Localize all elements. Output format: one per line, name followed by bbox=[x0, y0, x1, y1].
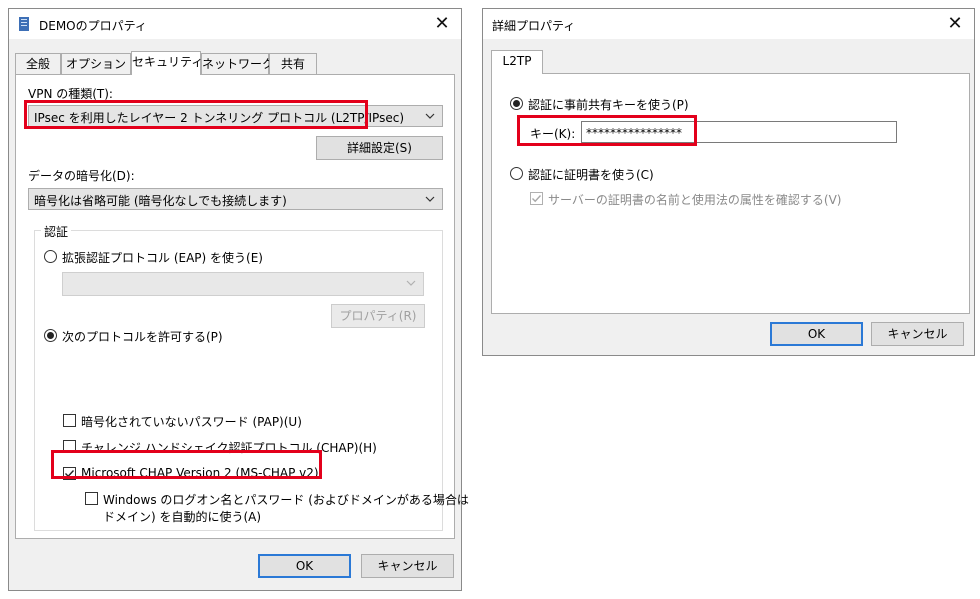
tab-sharing[interactable]: 共有 bbox=[269, 53, 317, 75]
window-title: 詳細プロパティ bbox=[492, 19, 576, 33]
tab-options[interactable]: オプション bbox=[61, 53, 131, 75]
close-icon[interactable]: ✕ bbox=[944, 13, 966, 35]
verify-server-checkbox[interactable] bbox=[530, 192, 543, 205]
l2tp-tab-page: 認証に事前共有キーを使う(P) キー(K): **************** … bbox=[491, 73, 970, 314]
pap-checkbox[interactable] bbox=[63, 414, 76, 427]
mschap-v2-label: Microsoft CHAP Version 2 (MS-CHAP v2) bbox=[81, 466, 319, 480]
advanced-settings-button[interactable]: 詳細設定(S) bbox=[316, 136, 443, 160]
cancel-button[interactable]: キャンセル bbox=[361, 554, 454, 578]
encryption-select[interactable]: 暗号化は省略可能 (暗号化なしでも接続します) bbox=[28, 188, 443, 210]
tab-l2tp[interactable]: L2TP bbox=[491, 50, 543, 74]
tab-security[interactable]: セキュリティ bbox=[131, 51, 203, 75]
checkmark-icon bbox=[532, 195, 542, 203]
chevron-down-icon bbox=[406, 280, 416, 286]
security-tab-page: VPN の種類(T): IPsec を利用したレイヤー 2 トンネリング プロト… bbox=[15, 74, 469, 539]
certificate-radio-label: 認証に証明書を使う(C) bbox=[528, 168, 654, 182]
tab-general[interactable]: 全般 bbox=[15, 53, 61, 75]
tab-network[interactable]: ネットワーク bbox=[201, 53, 274, 75]
close-icon[interactable]: ✕ bbox=[431, 13, 453, 35]
key-label: キー(K): bbox=[530, 127, 576, 141]
certificate-radio[interactable] bbox=[510, 167, 523, 180]
psk-radio[interactable] bbox=[510, 97, 523, 110]
chevron-down-icon bbox=[425, 196, 435, 202]
chevron-down-icon bbox=[425, 113, 435, 119]
vpn-type-select[interactable]: IPsec を利用したレイヤー 2 トンネリング プロトコル (L2TP/IPs… bbox=[28, 105, 443, 127]
chap-checkbox[interactable] bbox=[63, 440, 76, 453]
pap-label: 暗号化されていないパスワード (PAP)(U) bbox=[81, 415, 302, 429]
windows-logon-label-line1: Windows のログオン名とパスワード (およびドメインがある場合は bbox=[103, 493, 469, 507]
cancel-button[interactable]: キャンセル bbox=[871, 322, 964, 346]
ok-button[interactable]: OK bbox=[258, 554, 351, 578]
allow-protocols-radio-label: 次のプロトコルを許可する(P) bbox=[62, 330, 223, 344]
psk-radio-label: 認証に事前共有キーを使う(P) bbox=[528, 98, 689, 112]
demo-properties-dialog: DEMOのプロパティ ✕ 全般 オプション セキュリティ ネットワーク 共有 V… bbox=[8, 8, 469, 591]
encryption-label: データの暗号化(D): bbox=[28, 169, 135, 183]
phonebook-icon bbox=[19, 17, 29, 31]
authentication-group-title: 認証 bbox=[41, 223, 72, 240]
allow-protocols-radio[interactable] bbox=[44, 329, 57, 342]
authentication-group: 認証 拡張認証プロトコル (EAP) を使う(E) プロパティ(R) 次のプロト… bbox=[34, 223, 469, 531]
eap-properties-button[interactable]: プロパティ(R) bbox=[331, 304, 425, 328]
windows-logon-label-line2: ドメイン) を自動的に使う(A) bbox=[103, 510, 262, 524]
windows-logon-checkbox[interactable] bbox=[85, 492, 98, 505]
ok-button[interactable]: OK bbox=[770, 322, 863, 346]
checkmark-icon bbox=[65, 470, 75, 478]
chap-label: チャレンジ ハンドシェイク認証プロトコル (CHAP)(H) bbox=[81, 441, 377, 455]
title-bar[interactable]: DEMOのプロパティ ✕ bbox=[9, 9, 461, 39]
title-bar[interactable]: 詳細プロパティ ✕ bbox=[483, 9, 974, 39]
eap-method-select[interactable] bbox=[62, 272, 424, 296]
eap-radio[interactable] bbox=[44, 250, 57, 263]
advanced-properties-dialog: 詳細プロパティ ✕ L2TP 認証に事前共有キーを使う(P) キー(K): **… bbox=[482, 8, 975, 356]
key-input[interactable]: **************** bbox=[581, 121, 897, 143]
mschap-v2-checkbox[interactable] bbox=[63, 467, 76, 480]
vpn-type-label: VPN の種類(T): bbox=[28, 87, 113, 101]
verify-server-label: サーバーの証明書の名前と使用法の属性を確認する(V) bbox=[548, 193, 842, 207]
window-title: DEMOのプロパティ bbox=[39, 19, 147, 33]
eap-radio-label: 拡張認証プロトコル (EAP) を使う(E) bbox=[62, 251, 263, 265]
